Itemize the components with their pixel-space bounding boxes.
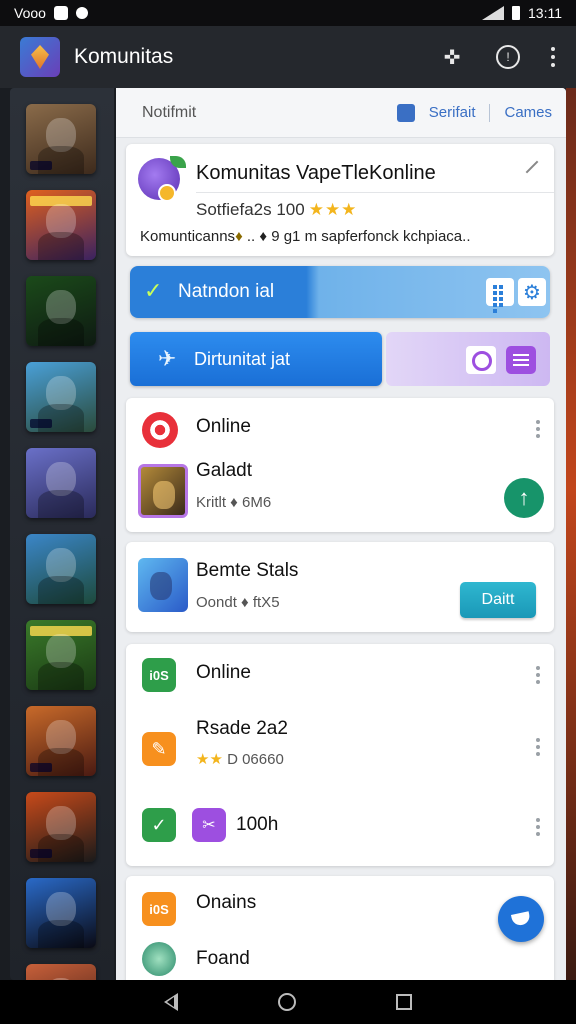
notification-icon xyxy=(53,6,68,20)
app-bar: Komunitas ✜ ! xyxy=(0,26,576,88)
onains-title: Onains xyxy=(196,892,257,913)
online-list-title: Online xyxy=(196,662,251,683)
game-thumbnail[interactable] xyxy=(26,792,96,862)
list-row-title[interactable]: 100h xyxy=(236,814,278,836)
distribution-label: Dirtunitat jat xyxy=(194,349,291,369)
list-row-title[interactable]: Rsade 2a2 xyxy=(196,718,288,740)
checkmark-icon: ✓ xyxy=(144,278,163,303)
battery-icon xyxy=(512,6,520,20)
game-card-subtitle: Oondt ♦ ftX5 xyxy=(196,594,280,611)
game-thumbnail[interactable] xyxy=(26,620,96,690)
send-icon: ✈ xyxy=(158,346,177,371)
signal-icon xyxy=(482,6,504,20)
puzzle-icon[interactable]: ✜ xyxy=(438,43,466,71)
list-icon[interactable] xyxy=(506,346,536,374)
community-subtitle: Sotfiefa2s 100 ★★★ xyxy=(196,200,358,219)
online-card[interactable]: Online Galadt Kritlt ♦ 6M6 ↑ xyxy=(126,398,554,532)
game-thumbnail[interactable] xyxy=(138,558,188,612)
tab-square-icon xyxy=(396,103,415,122)
status-banner-label: Natndon ial xyxy=(178,281,275,302)
check-icon: ✓ xyxy=(142,808,176,842)
more-icon[interactable] xyxy=(536,738,540,756)
upload-icon[interactable]: ↑ xyxy=(504,478,544,518)
star-rating: ★★★ xyxy=(308,200,358,219)
edit-icon[interactable] xyxy=(525,160,539,174)
game-thumbnail[interactable] xyxy=(138,464,188,518)
community-title: Komunitas VapeTleKonline xyxy=(196,162,436,184)
distribution-button[interactable]: ✈ Dirtunitat jat xyxy=(130,332,382,386)
info-icon[interactable]: ! xyxy=(496,45,520,69)
app-logo-icon xyxy=(20,37,60,77)
target-icon xyxy=(142,412,178,448)
game-card[interactable]: Bemte Stals Oondt ♦ ftX5 Daitt xyxy=(126,542,554,632)
back-icon[interactable] xyxy=(164,993,178,1011)
dait-button[interactable]: Daitt xyxy=(460,582,536,618)
system-nav-bar xyxy=(0,980,576,1024)
game-thumbnail[interactable] xyxy=(26,964,96,980)
status-banner[interactable]: ✓ Natndon ial ⚙ xyxy=(130,266,550,318)
app-title: Komunitas xyxy=(74,45,174,68)
community-header-card[interactable]: Komunitas VapeTleKonline Sotfiefa2s 100 ★… xyxy=(126,144,554,256)
more-icon[interactable] xyxy=(536,420,540,438)
game-rail xyxy=(10,88,114,980)
list-row-subtitle: ★★ D 06660 xyxy=(196,751,284,768)
game-thumbnail[interactable] xyxy=(26,104,96,174)
online-list-card: i0S Online ✎ Rsade 2a2 ★★ D 06660 ✓ ✂ 10… xyxy=(126,644,554,866)
carrier-text: Vooo xyxy=(14,5,46,21)
game-thumbnail[interactable] xyxy=(26,706,96,776)
tab-cames[interactable]: Cames xyxy=(504,104,552,121)
game-thumbnail[interactable] xyxy=(26,878,96,948)
background-edge xyxy=(566,88,576,980)
game-thumbnail[interactable] xyxy=(26,362,96,432)
game-thumbnail[interactable] xyxy=(26,448,96,518)
game-card-title: Bemte Stals xyxy=(196,560,299,581)
ticket-icon: ✂ xyxy=(192,808,226,842)
tab-notifications[interactable]: Notifmit xyxy=(142,104,196,122)
ios-badge: i0S xyxy=(142,892,176,926)
divider xyxy=(196,192,554,193)
pin-icon: ✎ xyxy=(142,732,176,766)
chat-fab-icon[interactable] xyxy=(498,896,544,942)
avatar xyxy=(142,942,176,976)
more-icon[interactable] xyxy=(536,666,540,684)
game-thumbnail[interactable] xyxy=(26,534,96,604)
list-row-title[interactable]: Foand xyxy=(196,948,250,970)
tabs-row: Notifmit Serifait Cames xyxy=(116,88,566,138)
home-icon[interactable] xyxy=(278,993,296,1011)
sync-icon xyxy=(75,7,88,19)
record-icon[interactable] xyxy=(466,346,496,374)
ios-badge: i0S xyxy=(142,658,176,692)
online-title: Online xyxy=(196,416,251,437)
onains-card: i0S Onains Foand xyxy=(126,876,554,980)
recents-icon[interactable] xyxy=(396,994,412,1010)
main-panel: Notifmit Serifait Cames Komunitas VapeTl… xyxy=(116,88,566,980)
more-icon[interactable] xyxy=(536,818,540,836)
tab-serifait[interactable]: Serifait xyxy=(429,104,476,121)
community-description: Komunticanns♦ .. ♦ 9 g1 m sapferfonck kc… xyxy=(140,228,471,245)
grid-view-icon[interactable] xyxy=(486,278,514,313)
status-time: 13:11 xyxy=(528,5,562,21)
tab-divider xyxy=(489,103,491,122)
game-title: Galadt xyxy=(196,460,252,481)
game-thumbnail[interactable] xyxy=(26,276,96,346)
game-subtitle: Kritlt ♦ 6M6 xyxy=(196,494,272,511)
status-bar: Vooo 13:11 xyxy=(0,0,576,26)
overflow-menu-icon[interactable] xyxy=(550,43,556,71)
game-thumbnail[interactable] xyxy=(26,190,96,260)
purple-action-bar xyxy=(386,332,550,386)
community-logo-icon xyxy=(138,156,186,202)
gear-icon[interactable]: ⚙ xyxy=(518,278,546,306)
